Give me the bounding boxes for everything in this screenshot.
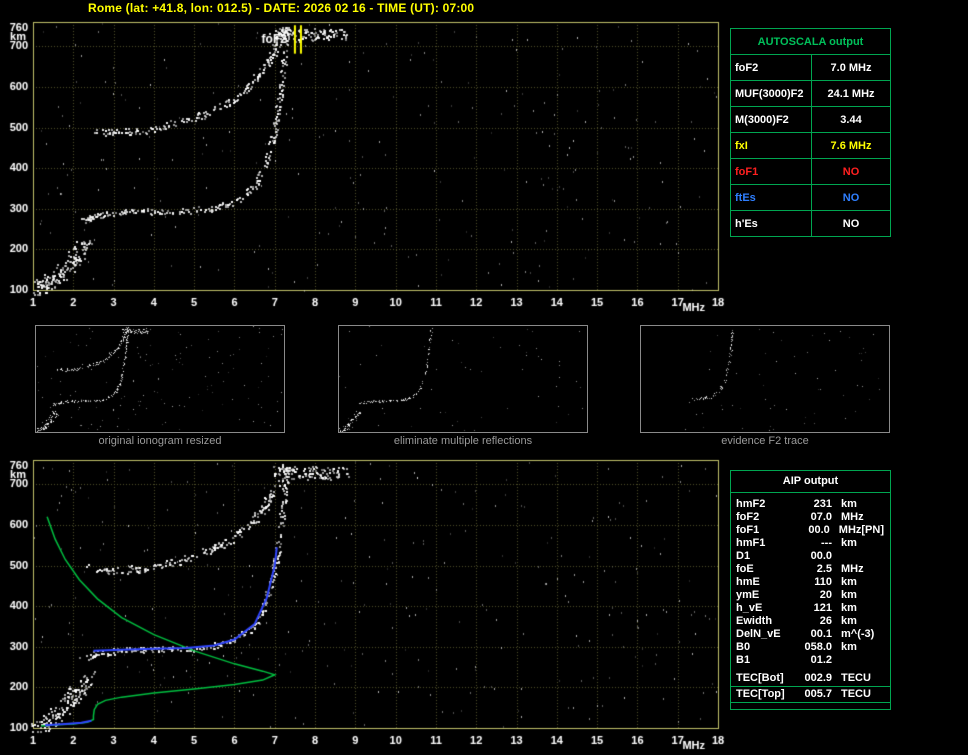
param-value: NO [812, 159, 890, 184]
aip-value: 110 [798, 576, 832, 589]
table-row: M(3000)F2 3.44 [731, 106, 890, 132]
table-row: foF1 00.0 MHz [PN] [731, 524, 890, 537]
thumbnail-caption-original: original ionogram resized [35, 435, 285, 447]
aip-value: 07.0 [798, 511, 832, 524]
aip-unit: TECU [841, 687, 871, 702]
aip-value: 00.1 [798, 628, 832, 641]
param-value: 7.0 MHz [812, 55, 890, 80]
aip-param: hmF1 [736, 537, 798, 550]
thumbnail-original-ionogram [35, 325, 285, 433]
param-label: ftEs [731, 185, 812, 210]
aip-param: h_vE [736, 602, 798, 615]
aip-param: hmE [736, 576, 798, 589]
table-row: h'Es NO [731, 210, 890, 236]
param-label: fxI [731, 133, 812, 158]
thumbnail-caption-f2: evidence F2 trace [640, 435, 890, 447]
aip-value: 002.9 [798, 671, 832, 686]
table-row: D1 00.0 [731, 550, 890, 563]
aip-value: 231 [798, 498, 832, 511]
table-row: B0 058.0 km [731, 641, 890, 654]
aip-unit: km [841, 498, 857, 511]
param-value: NO [812, 211, 890, 236]
page-title: Rome (lat: +41.8, lon: 012.5) - DATE: 20… [88, 1, 474, 15]
tec-top-row: TEC[Top] 005.7 TECU [731, 687, 890, 703]
table-row: Ewidth 26 km [731, 615, 890, 628]
table-row: foF1 NO [731, 158, 890, 184]
aip-param: foF2 [736, 511, 798, 524]
thumbnail-cleaned-canvas [339, 326, 587, 432]
aip-value: 01.2 [798, 654, 832, 667]
aip-param: foE [736, 563, 798, 576]
table-row: foF2 07.0 MHz [731, 511, 890, 524]
aip-unit: km [841, 615, 857, 628]
thumbnail-f2-trace [640, 325, 890, 433]
aip-param: D1 [736, 550, 798, 563]
aip-value: --- [798, 537, 832, 550]
top-ionogram-chart [0, 0, 728, 315]
aip-param: B1 [736, 654, 798, 667]
table-row: ftEs NO [731, 184, 890, 210]
aip-output-panel: AIP output hmF2 231 km foF2 07.0 MHz foF… [730, 470, 891, 710]
aip-value: 2.5 [798, 563, 832, 576]
aip-unit: MHz [839, 524, 862, 537]
aip-param: DelN_vE [736, 628, 798, 641]
aip-note: [PN] [861, 524, 885, 537]
aip-unit: km [841, 641, 857, 654]
aip-param: B0 [736, 641, 798, 654]
aip-unit: km [841, 576, 857, 589]
thumbnail-original-canvas [36, 326, 284, 432]
table-row: foF2 7.0 MHz [731, 54, 890, 80]
table-row: foE 2.5 MHz [731, 563, 890, 576]
aip-value: 00.0 [798, 550, 832, 563]
param-label: foF2 [731, 55, 812, 80]
aip-param: ymE [736, 589, 798, 602]
table-row: ymE 20 km [731, 589, 890, 602]
aip-unit: km [841, 589, 857, 602]
aip-unit: TECU [841, 671, 871, 686]
aip-output-title: AIP output [731, 471, 890, 493]
param-label: foF1 [731, 159, 812, 184]
thumbnail-caption-cleaned: eliminate multiple reflections [338, 435, 588, 447]
param-label: M(3000)F2 [731, 107, 812, 132]
param-value: 3.44 [812, 107, 890, 132]
param-label: h'Es [731, 211, 812, 236]
table-row: fxI 7.6 MHz [731, 132, 890, 158]
param-value: 24.1 MHz [812, 81, 890, 106]
table-row: hmF1 --- km [731, 537, 890, 550]
autoscala-output-title: AUTOSCALA output [731, 29, 890, 54]
aip-value: 005.7 [798, 687, 832, 702]
param-label: MUF(3000)F2 [731, 81, 812, 106]
aip-param: TEC[Bot] [736, 671, 798, 686]
aip-param: hmF2 [736, 498, 798, 511]
aip-unit: MHz [841, 511, 864, 524]
table-row: B1 01.2 [731, 654, 890, 667]
aip-param: Ewidth [736, 615, 798, 628]
aip-value: 121 [798, 602, 832, 615]
aip-value: 20 [798, 589, 832, 602]
aip-value: 00.0 [797, 524, 830, 537]
aip-unit: MHz [841, 563, 864, 576]
aip-param: foF1 [736, 524, 797, 537]
table-row: MUF(3000)F2 24.1 MHz [731, 80, 890, 106]
aip-unit: km [841, 537, 857, 550]
thumbnail-cleaned-ionogram [338, 325, 588, 433]
table-row: DelN_vE 00.1 m^(-3) [731, 628, 890, 641]
bottom-ionogram-chart [0, 452, 728, 755]
aip-param: TEC[Top] [736, 687, 798, 702]
aip-unit: km [841, 602, 857, 615]
thumbnail-f2-canvas [641, 326, 889, 432]
aip-value: 26 [798, 615, 832, 628]
table-row: hmF2 231 km [731, 498, 890, 511]
param-value: 7.6 MHz [812, 133, 890, 158]
tec-bottom-row: TEC[Bot] 002.9 TECU [731, 671, 890, 687]
param-value: NO [812, 185, 890, 210]
table-row: h_vE 121 km [731, 602, 890, 615]
table-row: hmE 110 km [731, 576, 890, 589]
autoscala-output-panel: AUTOSCALA output foF2 7.0 MHz MUF(3000)F… [730, 28, 891, 237]
aip-value: 058.0 [798, 641, 832, 654]
aip-unit: m^(-3) [841, 628, 874, 641]
